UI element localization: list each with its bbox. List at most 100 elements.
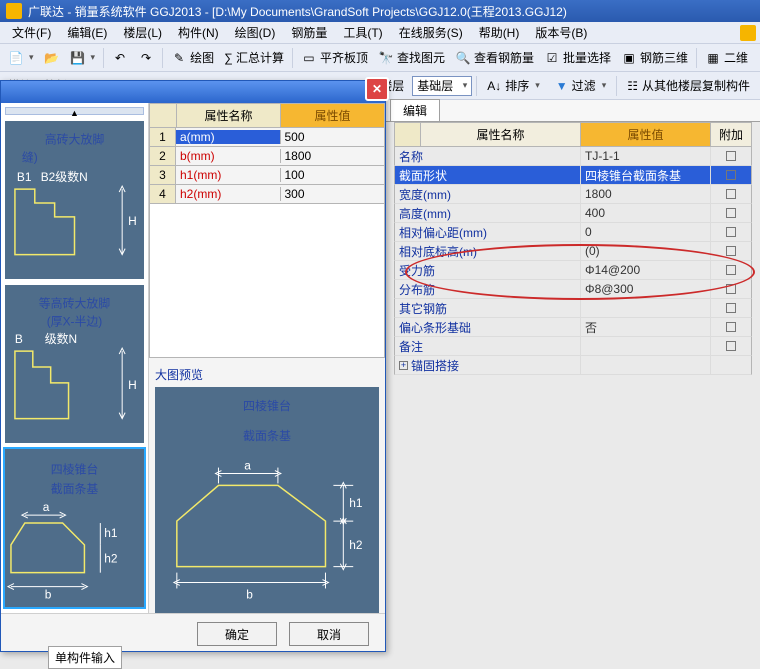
floor-combo[interactable]: 基础层 ▾ [412,76,472,96]
rebar3d-button[interactable]: ▣钢筋三维 [617,47,692,69]
batchsel-button[interactable]: ☑批量选择 [540,47,615,69]
menu-floor[interactable]: 楼层(L) [115,24,170,41]
finddraw-button[interactable]: 🔭查找图元 [374,47,449,69]
sort-button[interactable]: A↓排序▾ [481,75,546,97]
menu-online[interactable]: 在线服务(S) [391,24,471,41]
extra-checkbox[interactable] [726,151,736,161]
preview-box: 四棱锥台 截面条基 a h1 h2 [155,387,379,613]
undo-button[interactable]: ↶ [108,47,132,69]
col-name: 属性名称 [421,123,581,146]
dialog-title-bar[interactable] [1,81,385,103]
extra-checkbox[interactable] [726,341,736,351]
property-row[interactable]: 分布筋Φ8@300 [394,280,752,299]
dialog-close-button[interactable]: ✕ [365,77,389,101]
property-row[interactable]: 备注 [394,337,752,356]
param-row[interactable]: 4h2(mm)300 [149,185,385,204]
extra-checkbox[interactable] [726,303,736,313]
property-row[interactable]: 高度(mm)400 [394,204,752,223]
save-button[interactable]: 💾▾ [66,47,100,69]
col-value: 属性值 [581,123,711,146]
param-index: 2 [150,147,176,165]
extra-checkbox[interactable] [726,227,736,237]
extra-checkbox[interactable] [726,322,736,332]
property-value[interactable] [581,356,711,374]
extra-checkbox[interactable] [726,246,736,256]
menu-rebar[interactable]: 钢筋量 [283,24,335,41]
tab-edit[interactable]: 编辑 [390,99,440,121]
twod-button[interactable]: ▦二维 [701,47,752,69]
svg-text:H: H [128,378,137,392]
menu-tool[interactable]: 工具(T) [335,24,390,41]
param-value[interactable]: 100 [281,168,385,182]
new-button[interactable]: 📄▾ [4,47,38,69]
param-row[interactable]: 2b(mm)1800 [149,147,385,166]
property-row[interactable]: 偏心条形基础否 [394,318,752,337]
redo-button[interactable]: ↷ [134,47,158,69]
menu-version[interactable]: 版本号(B) [527,24,595,41]
menu-edit[interactable]: 编辑(E) [59,24,115,41]
property-name: 受力筋 [399,262,435,279]
extra-checkbox[interactable] [726,189,736,199]
batchsel-label: 批量选择 [563,49,611,66]
cancel-button[interactable]: 取消 [289,622,369,646]
property-name: 宽度(mm) [399,186,451,203]
property-value[interactable]: 400 [581,204,711,222]
property-row[interactable]: 其它钢筋 [394,299,752,318]
sumcalc-button[interactable]: ∑ 汇总计算 [220,47,288,69]
svg-text:四棱锥台: 四棱锥台 [51,462,99,476]
rebar3d-label: 钢筋三维 [640,49,688,66]
menu-file[interactable]: 文件(F) [4,24,59,41]
filter-button[interactable]: ▼过滤▾ [550,75,612,97]
open-button[interactable]: 📂 [40,47,64,69]
property-name: 备注 [399,338,423,355]
property-row[interactable]: 宽度(mm) 1800 [394,185,752,204]
flatten-button[interactable]: ▭平齐板顶 [297,47,372,69]
expand-icon[interactable]: + [399,361,408,370]
menu-component[interactable]: 构件(N) [170,24,227,41]
property-table-header: 属性名称 属性值 附加 [394,122,752,147]
param-value[interactable]: 1800 [281,149,385,163]
property-row[interactable]: 相对底标高(m)(0) [394,242,752,261]
ok-button[interactable]: 确定 [197,622,277,646]
property-row[interactable]: 受力筋 Φ14@200 [394,261,752,280]
param-row[interactable]: 1a(mm)500 [149,128,385,147]
param-value[interactable]: 500 [281,130,385,144]
property-value[interactable]: 1800 [581,185,711,203]
bottom-tab-single-input[interactable]: 单构件输入 [48,646,122,669]
property-value[interactable]: Φ14@200 [581,261,711,279]
param-table-header: 属性名称 属性值 [149,103,385,128]
findrebar-button[interactable]: 🔍查看钢筋量 [451,47,538,69]
window-title: 广联达 - 销量系统软件 GGJ2013 - [D:\My Documents\… [28,3,567,20]
property-value[interactable]: 0 [581,223,711,241]
svg-text:高砖大放脚: 高砖大放脚 [45,132,105,146]
param-value[interactable]: 300 [281,187,385,201]
property-value[interactable]: 四棱锥台截面条基 [581,166,711,184]
extra-checkbox[interactable] [726,284,736,294]
shape-card-pyramid-strip[interactable]: 四棱锥台 截面条基 a h1 h2 b [5,449,144,607]
property-row[interactable]: 相对偏心距(mm)0 [394,223,752,242]
extra-checkbox[interactable] [726,208,736,218]
param-row[interactable]: 3h1(mm)100 [149,166,385,185]
draw-button[interactable]: ✎绘图 [167,47,218,69]
property-row[interactable]: 名称TJ-1-1 [394,147,752,166]
menu-help[interactable]: 帮助(H) [471,24,528,41]
param-name: h1(mm) [176,168,281,182]
folder-open-icon: 📂 [44,50,60,66]
property-value[interactable]: Φ8@300 [581,280,711,298]
property-row[interactable]: +锚固搭接 [394,356,752,375]
shape-dialog: ✕ ▲ 高砖大放脚 缝) B1 B2级数N H 等高砖大放脚 (厚X-半边) [0,80,386,652]
shape-card-brick-gap[interactable]: 高砖大放脚 缝) B1 B2级数N H [5,121,144,279]
property-value[interactable] [581,299,711,317]
menu-drawing[interactable]: 绘图(D) [227,24,284,41]
shape-card-brick-half[interactable]: 等高砖大放脚 (厚X-半边) B 级数N H [5,285,144,443]
shape-list[interactable]: ▲ 高砖大放脚 缝) B1 B2级数N H 等高砖大放脚 (厚X-半边) B [1,103,149,613]
property-value[interactable]: TJ-1-1 [581,147,711,165]
extra-checkbox[interactable] [726,170,736,180]
property-row[interactable]: 截面形状四棱锥台截面条基 [394,166,752,185]
preview-title-line2: 截面条基 [155,421,379,451]
property-value[interactable] [581,337,711,355]
property-value[interactable]: (0) [581,242,711,260]
extra-checkbox[interactable] [726,265,736,275]
property-value[interactable]: 否 [581,318,711,336]
copyfrom-button[interactable]: ☷从其他楼层复制构件 [621,75,756,97]
